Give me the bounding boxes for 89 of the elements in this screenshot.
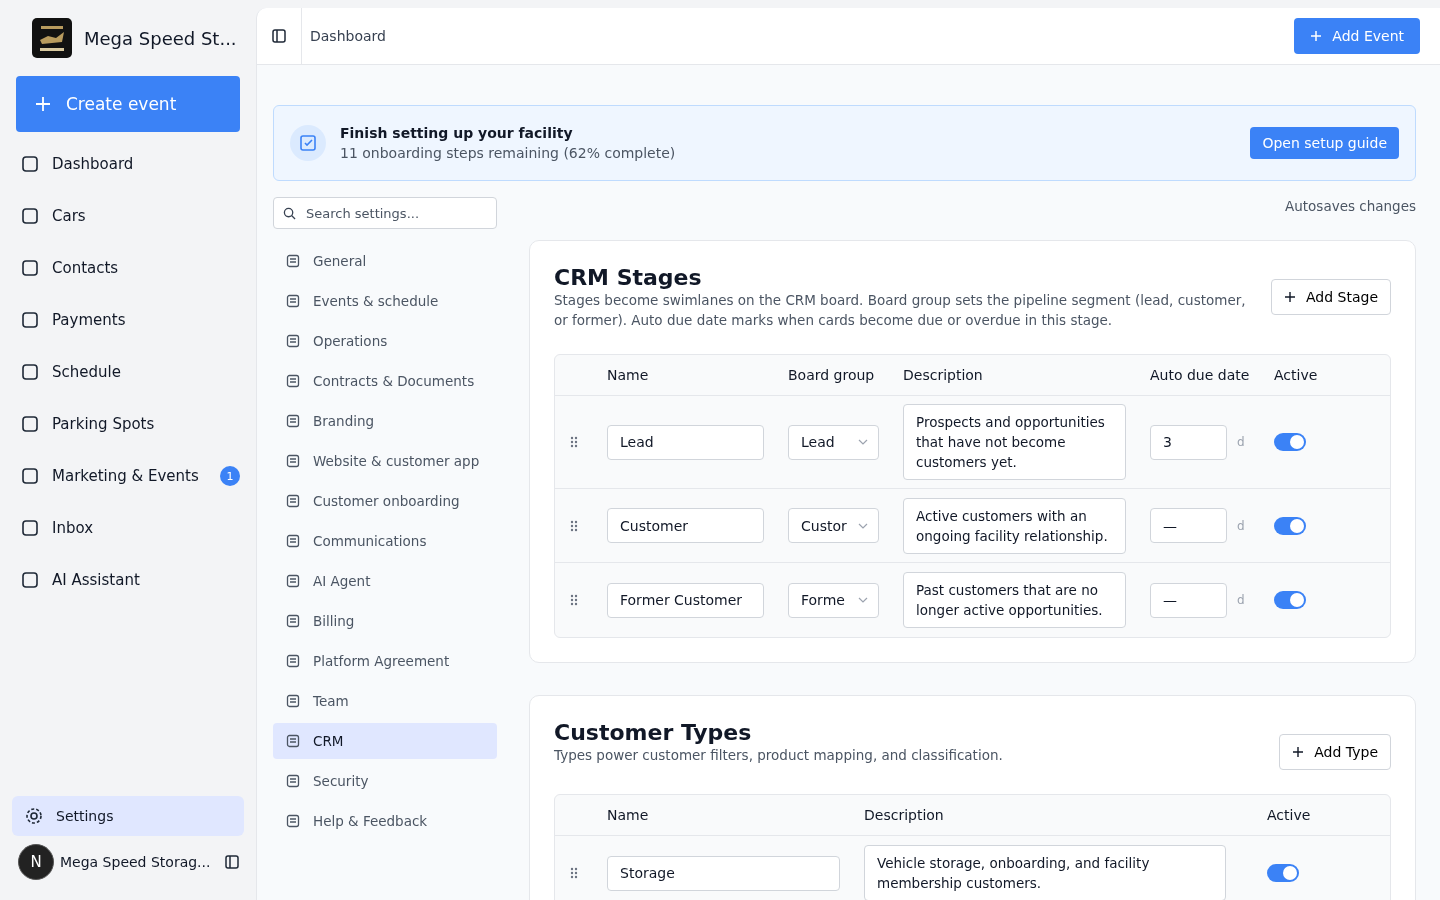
active-toggle[interactable]	[1267, 864, 1299, 882]
sidebar-item[interactable]: Schedule	[16, 346, 244, 398]
add-event-button[interactable]: Add Event	[1294, 18, 1420, 54]
drag-handle-icon[interactable]	[569, 866, 579, 880]
description-textarea[interactable]: Vehicle storage, onboarding, and facility membership customers.	[864, 845, 1226, 900]
add-stage-button[interactable]: Add Stage	[1271, 279, 1391, 315]
column-header: Board group	[788, 367, 876, 383]
column-header: Auto due date	[1150, 367, 1251, 383]
name-input[interactable]: Lead	[607, 424, 764, 460]
sidebar-item[interactable]: Dashboard	[16, 138, 244, 190]
name-input[interactable]: Storage	[607, 855, 840, 891]
sidebar-toggle-icon[interactable]	[224, 854, 240, 870]
drag-handle-icon[interactable]	[569, 435, 579, 449]
logo-icon	[32, 18, 72, 58]
section-title: CRM Stages	[554, 265, 703, 290]
banner-title: Finish setting up your facility	[340, 125, 574, 141]
due-days-input[interactable]: —	[1150, 582, 1227, 618]
settings-nav-item[interactable]: Events & schedule	[273, 283, 497, 319]
checkbox-icon	[290, 125, 326, 161]
chevron-icon	[858, 439, 868, 445]
due-days-input[interactable]: 3	[1150, 424, 1227, 460]
unit-label: d	[1237, 593, 1245, 607]
sidebar-item[interactable]: Cars	[16, 190, 244, 242]
settings-nav-item[interactable]: Billing	[273, 603, 497, 639]
section-description: Stages become swimlanes on the CRM board. Board group sets the pipeline segment (lead, customer, or former). Auto due date marks when cards become due or overdue in this stage.	[554, 291, 1247, 330]
breadcrumb: Dashboard	[301, 8, 386, 64]
settings-nav-item[interactable]: CRM	[273, 723, 497, 759]
settings-nav-item[interactable]: Operations	[273, 323, 497, 359]
create-event-button[interactable]: Create event	[16, 76, 240, 132]
due-days-input[interactable]: —	[1150, 508, 1227, 543]
column-header: Description	[903, 367, 984, 383]
brand-name: Mega Speed St...	[84, 27, 237, 49]
sidebar-toggle-icon[interactable]	[271, 28, 287, 44]
settings-nav-item[interactable]: Contracts & Documents	[273, 363, 497, 399]
name-input[interactable]: Customer	[607, 508, 764, 543]
sidebar-item[interactable]: AI Assistant	[16, 554, 244, 606]
plus-icon	[1284, 291, 1296, 303]
search-icon	[283, 207, 296, 220]
active-toggle[interactable]	[1274, 433, 1306, 451]
settings-nav-item[interactable]: AI Agent	[273, 563, 497, 599]
settings-item[interactable]: Settings	[12, 796, 244, 836]
chevron-icon	[858, 597, 868, 603]
section-title: Customer Types	[554, 720, 753, 745]
sidebar-item[interactable]: Marketing & Events 1	[16, 450, 244, 502]
sidebar-item[interactable]: Contacts	[16, 242, 244, 294]
account-name: Mega Speed Storag...	[60, 854, 212, 870]
column-header: Active	[1274, 367, 1319, 383]
autosave-note: Autosaves changes	[1285, 198, 1416, 216]
settings-nav-item[interactable]: Website & customer app	[273, 443, 497, 479]
name-input[interactable]: Former Customer	[607, 582, 764, 618]
column-header: Name	[607, 807, 650, 823]
search-field[interactable]: Search settings...	[273, 197, 497, 229]
section-description: Types power customer filters, product mapping, and classification.	[554, 746, 1004, 765]
drag-handle-icon[interactable]	[569, 518, 579, 533]
chevron-icon	[858, 522, 868, 529]
sidebar-item[interactable]: Payments	[16, 294, 244, 346]
settings-nav-item[interactable]: Branding	[273, 403, 497, 439]
description-textarea[interactable]: Prospects and opportunities that have not become customers yet.	[903, 404, 1126, 480]
active-toggle[interactable]	[1274, 516, 1306, 535]
avatar[interactable]: N	[18, 844, 54, 880]
sidebar-item[interactable]: Parking Spots	[16, 398, 244, 450]
unit-label: d	[1237, 435, 1245, 449]
add-type-button[interactable]: Add Type	[1279, 734, 1391, 770]
active-toggle[interactable]	[1274, 591, 1306, 609]
settings-nav-item[interactable]: General	[273, 243, 497, 279]
settings-nav-item[interactable]: Security	[273, 763, 497, 799]
board-group-select[interactable]: Lead	[788, 424, 879, 460]
plus-icon	[1310, 30, 1323, 42]
column-header: Name	[607, 367, 650, 383]
unit-label: d	[1237, 518, 1245, 533]
settings-nav-item[interactable]: Customer onboarding	[273, 483, 497, 519]
settings-nav-item[interactable]: Platform Agreement	[273, 643, 497, 679]
settings-nav-item[interactable]: Help & Feedback	[273, 803, 497, 839]
count-badge: 1	[220, 466, 240, 486]
setup-guide-button[interactable]: Open setup guide	[1250, 127, 1399, 159]
board-group-select[interactable]: Custor	[788, 508, 879, 543]
board-group-select[interactable]: Forme	[788, 582, 879, 618]
column-header: Active	[1267, 807, 1312, 823]
settings-nav-item[interactable]: Team	[273, 683, 497, 719]
column-header: Description	[864, 807, 945, 823]
settings-icon	[24, 806, 44, 826]
description-textarea[interactable]: Active customers with an ongoing facility relationship.	[903, 497, 1126, 554]
plus-icon	[1292, 746, 1305, 758]
banner-subtitle: 11 onboarding steps remaining (62% complete)	[340, 145, 677, 161]
drag-handle-icon[interactable]	[569, 593, 579, 607]
settings-nav-item[interactable]: Communications	[273, 523, 497, 559]
description-textarea[interactable]: Past customers that are no longer active opportunities.	[903, 572, 1126, 628]
plus-icon	[34, 95, 52, 113]
sidebar-item[interactable]: Inbox	[16, 502, 244, 554]
